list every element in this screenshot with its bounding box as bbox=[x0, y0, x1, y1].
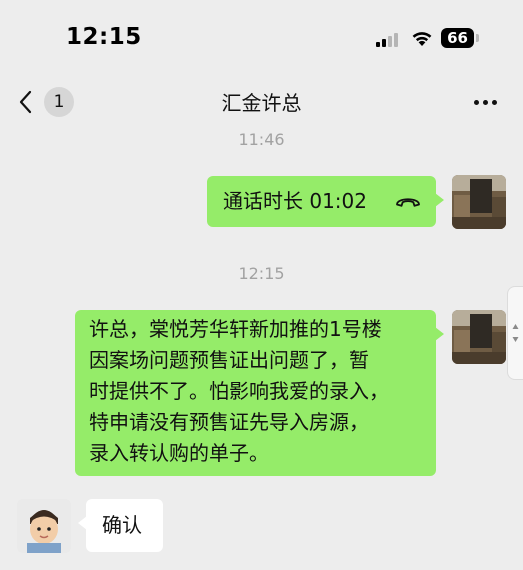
received-message-bubble[interactable]: 确认 bbox=[78, 499, 163, 552]
back-chevron-icon bbox=[19, 90, 32, 114]
status-bar: 12:15 66 bbox=[0, 0, 523, 78]
my-avatar[interactable] bbox=[452, 175, 506, 229]
message-bubble[interactable]: 许总，棠悦芳华轩新加推的1号楼 因案场问题预售证出问题了，暂 时提供不了。怕影响… bbox=[75, 310, 444, 476]
chat-area[interactable]: 11:46 通话时长 01:02 12:15 许总，棠悦芳华轩新加推的1号楼 因… bbox=[0, 126, 523, 570]
battery-icon: 66 bbox=[441, 28, 474, 48]
message-line: 因案场问题预售证出问题了，暂 bbox=[89, 348, 369, 372]
unread-count-badge: 1 bbox=[44, 87, 74, 117]
timestamp: 12:15 bbox=[238, 264, 285, 283]
message-text: 许总，棠悦芳华轩新加推的1号楼 因案场问题预售证出问题了，暂 时提供不了。怕影响… bbox=[89, 314, 389, 469]
message-line: 录入转认购的单子。 bbox=[89, 441, 269, 465]
message-line: 特申请没有预售证先导入房源， bbox=[89, 410, 369, 434]
my-avatar[interactable] bbox=[452, 310, 506, 364]
more-icon[interactable] bbox=[468, 90, 504, 114]
back-button[interactable]: 1 bbox=[14, 86, 82, 118]
call-duration-text: 通话时长 01:02 bbox=[223, 189, 367, 213]
message-text: 确认 bbox=[102, 513, 142, 537]
message-line: 许总，棠悦芳华轩新加推的1号楼 bbox=[89, 317, 382, 341]
contact-avatar[interactable] bbox=[17, 499, 71, 553]
message-line: 时提供不了。怕影响我爱的录入， bbox=[89, 379, 389, 403]
phone-hangup-icon bbox=[396, 198, 420, 207]
battery-tip bbox=[476, 34, 479, 42]
scroll-handle-icon[interactable] bbox=[507, 286, 523, 380]
call-record-bubble[interactable]: 通话时长 01:02 bbox=[207, 176, 444, 227]
nav-bar: 1 汇金许总 bbox=[0, 78, 523, 126]
wifi-icon bbox=[412, 32, 432, 46]
status-time: 12:15 bbox=[66, 24, 142, 50]
signal-icon bbox=[376, 33, 402, 47]
timestamp: 11:46 bbox=[238, 130, 285, 149]
